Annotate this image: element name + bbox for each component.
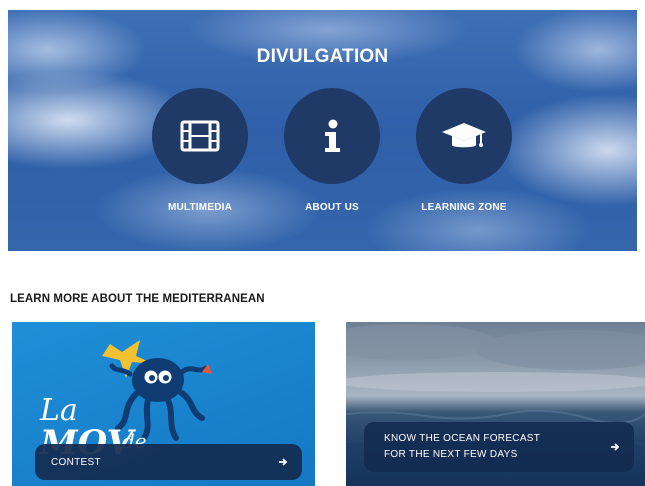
graduation-cap-icon (442, 123, 486, 148)
arrow-right-icon (279, 458, 288, 466)
about-us-label: ABOUT US (305, 202, 359, 213)
learning-zone-circle[interactable] (416, 88, 512, 184)
ocean-forecast-button[interactable]: KNOW THE OCEAN FORECAST FOR THE NEXT FEW… (364, 422, 634, 472)
hero-title: DIVULGATION (256, 46, 389, 67)
ocean-forecast-card[interactable]: KNOW THE OCEAN FORECAST FOR THE NEXT FEW… (346, 322, 645, 486)
about-us-link[interactable]: ABOUT US (272, 88, 392, 213)
contest-card[interactable]: La MOV de CONTEST (12, 322, 315, 486)
ocean-forecast-label: KNOW THE OCEAN FORECAST FOR THE NEXT FEW… (384, 433, 541, 460)
contest-label: CONTEST (51, 456, 101, 468)
section-title: LEARN MORE ABOUT THE MEDITERRANEAN (10, 293, 265, 305)
multimedia-link[interactable]: MULTIMEDIA (140, 88, 260, 213)
info-icon (325, 119, 340, 152)
multimedia-circle[interactable] (152, 88, 248, 184)
arrow-right-icon (611, 443, 620, 451)
about-us-circle[interactable] (284, 88, 380, 184)
contest-button[interactable]: CONTEST (35, 444, 302, 480)
learning-zone-link[interactable]: LEARNING ZONE (404, 88, 524, 213)
learning-zone-label: LEARNING ZONE (421, 202, 507, 213)
film-icon (180, 120, 220, 152)
divulgation-hero: DIVULGATION MULTIMEDIA ABOUT US LEARNING… (8, 10, 637, 251)
multimedia-label: MULTIMEDIA (167, 202, 233, 213)
